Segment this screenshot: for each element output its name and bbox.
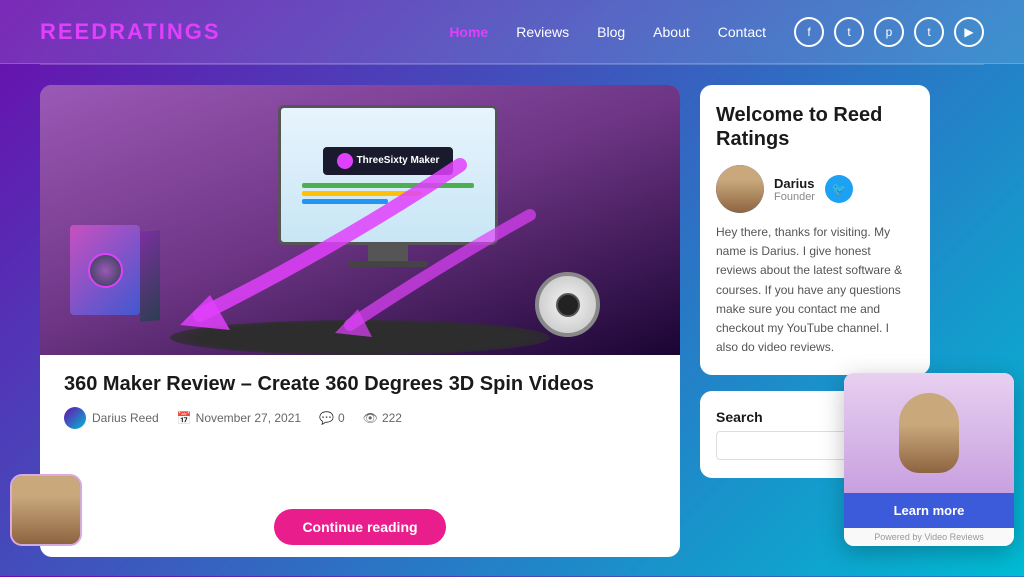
camera-360 (535, 272, 600, 337)
welcome-title: Welcome to Reed Ratings (716, 103, 914, 151)
author-social-button[interactable]: 🐦 (825, 175, 853, 203)
logo-label: ThreeSixty Maker (357, 155, 440, 166)
header: ReedRatings Home Reviews Blog About Cont… (0, 0, 1024, 64)
product-box-circle (88, 253, 123, 288)
monitor-screen: ThreeSixty Maker (278, 105, 498, 245)
product-box (70, 225, 160, 335)
meta-author: Darius Reed (64, 407, 159, 429)
stage (170, 320, 550, 355)
meta-date: 📅 November 27, 2021 (177, 411, 301, 425)
social-pinterest[interactable]: p (874, 17, 904, 47)
product-box-face (70, 225, 140, 315)
author-name: Darius Reed (92, 411, 159, 425)
date-value: November 27, 2021 (196, 411, 301, 425)
social-tumblr[interactable]: t (914, 17, 944, 47)
video-person (844, 373, 1014, 493)
monitor: ThreeSixty Maker (248, 105, 528, 285)
logo-icon (337, 153, 353, 169)
comments-value: 0 (338, 411, 345, 425)
article-image-bg: ThreeSixty Maker (40, 85, 680, 355)
article-meta: Darius Reed 📅 November 27, 2021 💬 0 👁 22… (64, 407, 656, 429)
author-info-block: Darius Founder (774, 176, 815, 203)
floating-avatar (10, 474, 82, 546)
views-icon: 👁 (363, 411, 378, 425)
social-facebook[interactable]: f (794, 17, 824, 47)
comment-icon: 💬 (319, 411, 334, 425)
video-person-face (899, 393, 959, 473)
article-title: 360 Maker Review – Create 360 Degrees 3D… (64, 371, 656, 397)
powered-by-text: Powered by Video Reviews (844, 528, 1014, 546)
social-twitter[interactable]: t (834, 17, 864, 47)
nav-blog[interactable]: Blog (597, 24, 625, 40)
welcome-card: Welcome to Reed Ratings Darius Founder 🐦… (700, 85, 930, 375)
author-bio: Hey there, thanks for visiting. My name … (716, 223, 914, 357)
screen-bar-3 (302, 199, 388, 204)
meta-comments: 💬 0 (319, 411, 345, 425)
social-youtube[interactable]: ▶ (954, 17, 984, 47)
monitor-base (348, 261, 428, 267)
article-image: ThreeSixty Maker (40, 85, 680, 355)
learn-more-button[interactable]: Learn more (844, 493, 1014, 528)
author-avatar (716, 165, 764, 213)
author-row: Darius Founder 🐦 (716, 165, 914, 213)
author-avatar-inner (716, 165, 764, 213)
video-preview (844, 373, 1014, 493)
article-content: 360 Maker Review – Create 360 Degrees 3D… (40, 355, 680, 557)
nav-reviews[interactable]: Reviews (516, 24, 569, 40)
main-nav: Home Reviews Blog About Contact f t p t … (449, 17, 984, 47)
nav-about[interactable]: About (653, 24, 690, 40)
screen-bar-2 (302, 191, 422, 196)
social-icons-group: f t p t ▶ (794, 17, 984, 47)
monitor-screen-inner: ThreeSixty Maker (281, 108, 495, 242)
screen-bar-1 (302, 183, 473, 188)
nav-contact[interactable]: Contact (718, 24, 766, 40)
camera-lens (556, 293, 580, 317)
author-avatar-small (64, 407, 86, 429)
threesixty-logo: ThreeSixty Maker (323, 147, 454, 175)
site-logo[interactable]: ReedRatings (40, 19, 221, 45)
article-card: ThreeSixty Maker (40, 85, 680, 557)
views-value: 222 (382, 411, 402, 425)
continue-reading-button[interactable]: Continue reading (274, 509, 445, 545)
calendar-icon: 📅 (177, 411, 192, 425)
product-box-side (140, 230, 160, 322)
author-name-sidebar: Darius (774, 176, 815, 191)
video-widget: Learn more Powered by Video Reviews (844, 373, 1014, 546)
screen-bars (302, 183, 473, 204)
author-role: Founder (774, 191, 815, 203)
meta-views: 👁 222 (363, 411, 402, 425)
floating-avatar-inner (12, 476, 80, 544)
monitor-stand (368, 245, 408, 261)
logo-text: ReedRatings (40, 19, 221, 44)
nav-home[interactable]: Home (449, 24, 488, 40)
